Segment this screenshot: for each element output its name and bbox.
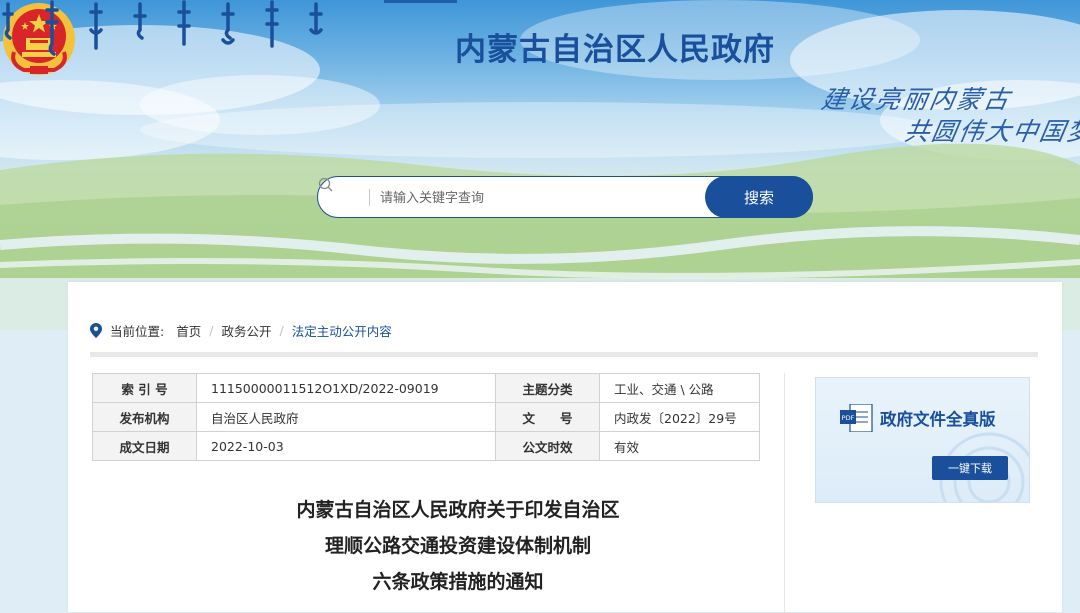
table-value: 内政发〔2022〕29号 <box>599 402 760 432</box>
table-value: 2022-10-03 <box>196 431 496 461</box>
breadcrumb-home[interactable]: 首页 <box>176 321 201 340</box>
search-divider <box>369 189 370 206</box>
table-label: 文 号 <box>495 402 600 432</box>
table-value: 工业、交通 \ 公路 <box>599 373 760 403</box>
search-input[interactable] <box>378 184 702 212</box>
table-row: 发布机构 自治区人民政府 文 号 内政发〔2022〕29号 <box>92 402 760 432</box>
location-pin-icon <box>90 322 102 338</box>
table-value: 有效 <box>599 431 760 461</box>
search-bar: 搜索 <box>317 176 813 218</box>
table-row: 成文日期 2022-10-03 公文时效 有效 <box>92 431 760 461</box>
top-nav-indicator <box>384 0 457 3</box>
table-label: 公文时效 <box>495 431 600 461</box>
breadcrumb: 当前位置: 首页 / 政务公开 / 法定主动公开内容 <box>90 320 392 340</box>
download-button[interactable]: 一键下载 <box>932 456 1008 480</box>
search-icon <box>318 177 333 192</box>
table-label: 发布机构 <box>92 402 197 432</box>
table-label: 成文日期 <box>92 431 197 461</box>
table-value: 11150000011512O1XD/2022-09019 <box>196 373 496 403</box>
full-text-pdf-card: PDF 政府文件全真版 一键下载 <box>815 377 1030 503</box>
pdf-card-title: 政府文件全真版 <box>880 410 996 429</box>
document-title-line: 理顺公路交通投资建设体制机制 <box>324 535 591 557</box>
document-title-line: 内蒙古自治区人民政府关于印发自治区 <box>296 499 620 521</box>
document-title: 内蒙古自治区人民政府关于印发自治区 理顺公路交通投资建设体制机制 六条政策措施的… <box>228 492 688 600</box>
document-title-line: 六条政策措施的通知 <box>372 571 544 593</box>
table-row: 索 引 号 11150000011512O1XD/2022-09019 主题分类… <box>92 373 760 403</box>
table-label: 索 引 号 <box>92 373 197 403</box>
site-title: 内蒙古自治区人民政府 <box>455 32 775 68</box>
breadcrumb-current[interactable]: 法定主动公开内容 <box>292 321 392 340</box>
breadcrumb-label: 当前位置: <box>110 323 165 339</box>
mongolian-script-title <box>2 0 323 56</box>
pdf-icon-label: PDF <box>842 414 855 422</box>
pdf-document-icon: PDF <box>840 404 873 432</box>
header-banner: 内蒙古自治区人民政府 建设亮丽内蒙古 共圆伟大中国梦 搜索 <box>0 0 1080 330</box>
slogan-line1: 建设亮丽内蒙古 <box>819 85 1014 114</box>
document-info-table: 索 引 号 11150000011512O1XD/2022-09019 主题分类… <box>92 373 760 461</box>
content-card: 当前位置: 首页 / 政务公开 / 法定主动公开内容 索 引 号 1115000… <box>68 282 1062 613</box>
search-button[interactable]: 搜索 <box>705 176 813 218</box>
breadcrumb-separator: / <box>209 322 214 338</box>
table-value: 自治区人民政府 <box>196 402 496 432</box>
breadcrumb-gov-affairs[interactable]: 政务公开 <box>221 321 271 340</box>
breadcrumb-separator: / <box>279 322 284 338</box>
slogan-line2: 共圆伟大中国梦 <box>902 117 1080 146</box>
breadcrumb-divider <box>90 352 1038 357</box>
table-label: 主题分类 <box>495 373 600 403</box>
column-divider <box>784 373 785 613</box>
